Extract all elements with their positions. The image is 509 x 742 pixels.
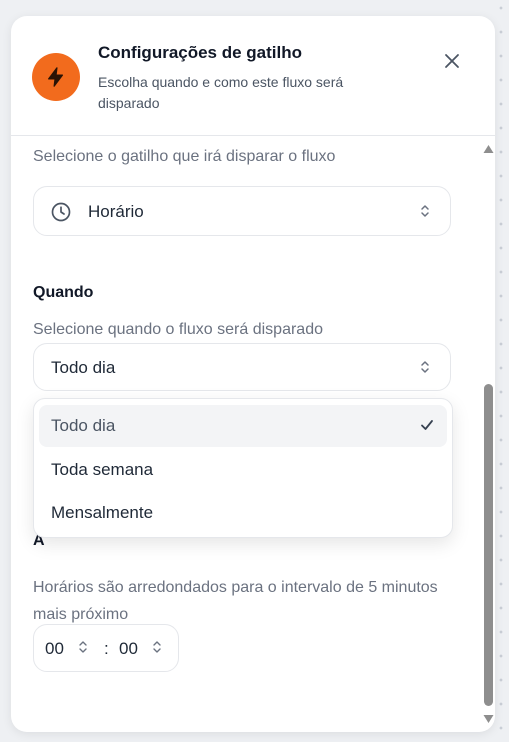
scroll-thumb[interactable] [484, 384, 493, 706]
option-label: Mensalmente [51, 503, 154, 522]
bolt-icon [32, 53, 80, 101]
vertical-scrollbar[interactable] [482, 140, 495, 732]
panel-content: Selecione o gatilho que irá disparar o f… [11, 136, 481, 732]
when-select[interactable]: Todo dia [33, 343, 451, 391]
hour-input[interactable]: 00 [45, 639, 64, 659]
minute-input[interactable]: 00 [119, 639, 138, 659]
when-select-value: Todo dia [51, 358, 116, 377]
scroll-down-arrow-icon[interactable] [483, 714, 494, 724]
time-hint: Horários são arredondados para o interva… [33, 579, 438, 623]
minute-stepper-icon[interactable] [152, 640, 162, 654]
option-label: Todo dia [51, 416, 116, 435]
option-label: Toda semana [51, 460, 154, 479]
panel-title: Configurações de gatilho [98, 43, 303, 62]
option-mensalmente[interactable]: Mensalmente [39, 492, 447, 534]
clock-icon [51, 202, 71, 222]
when-hint: Selecione quando o fluxo será disparado [33, 321, 323, 338]
when-dropdown-menu: Todo dia Toda semana Mensalmente [33, 398, 453, 538]
panel-header: Configurações de gatilho Escolha quando … [11, 16, 495, 136]
option-todo-dia[interactable]: Todo dia [39, 405, 447, 447]
chevrons-up-down-icon [421, 205, 429, 217]
scroll-up-arrow-icon[interactable] [483, 144, 494, 154]
time-separator: : [104, 639, 109, 658]
background-dots [497, 0, 505, 742]
trigger-hint: Selecione o gatilho que irá disparar o f… [33, 148, 336, 165]
time-picker: 00 : 00 [33, 624, 179, 672]
close-button[interactable] [441, 50, 463, 72]
when-title: Quando [33, 284, 94, 301]
trigger-select-value: Horário [88, 202, 144, 221]
check-icon [421, 420, 433, 430]
chevrons-up-down-icon [421, 361, 429, 373]
panel-subtitle: Escolha quando e como este fluxo será di… [98, 74, 344, 111]
close-icon [445, 54, 459, 68]
option-toda-semana[interactable]: Toda semana [39, 449, 447, 491]
hour-stepper-icon[interactable] [78, 640, 88, 654]
trigger-select[interactable]: Horário [33, 186, 451, 236]
trigger-settings-panel: Configurações de gatilho Escolha quando … [11, 16, 495, 732]
